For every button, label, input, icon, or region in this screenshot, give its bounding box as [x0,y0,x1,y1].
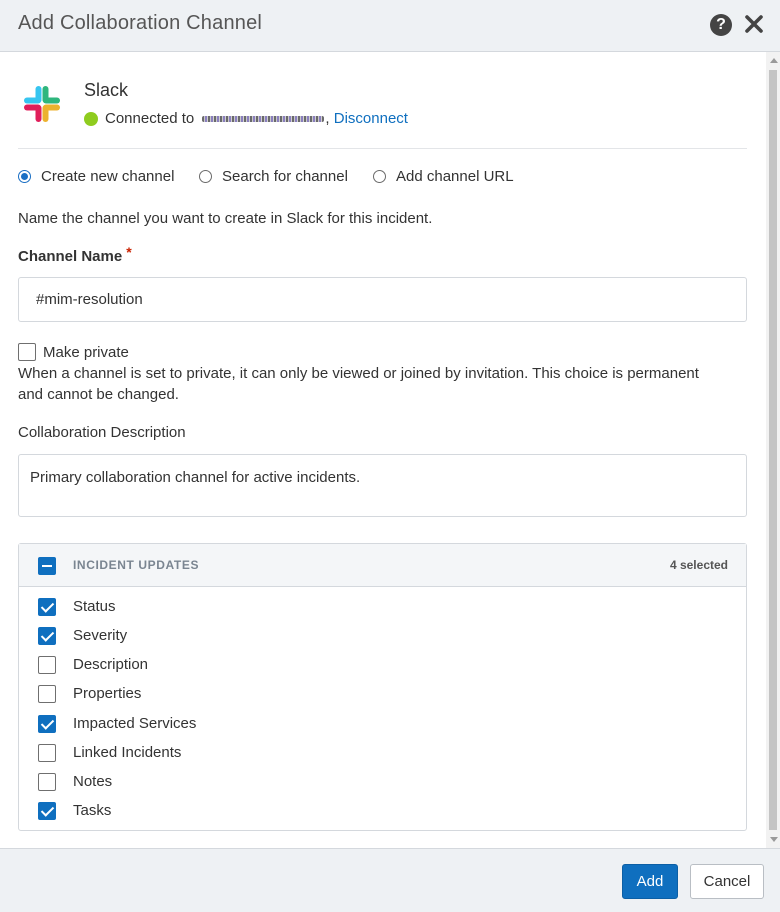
close-icon[interactable] [743,12,765,36]
radio-button[interactable] [199,170,212,183]
checkbox-checked-icon[interactable] [38,802,56,820]
channel-name-input[interactable] [18,277,747,322]
update-item-notes[interactable]: Notes [19,771,746,795]
connected-prefix: Connected to [105,110,195,127]
dialog-title: Add Collaboration Channel [18,12,263,34]
incident-updates-panel: INCIDENT UPDATES 4 selected Status Sever… [18,543,747,831]
update-item-tasks[interactable]: Tasks [19,800,746,824]
dialog-header: Add Collaboration Channel ? [0,0,780,52]
radio-button[interactable] [18,170,31,183]
make-private-label: Make private [43,344,129,361]
cancel-button[interactable]: Cancel [690,864,764,899]
update-item-label: Description [73,656,149,673]
disconnect-link[interactable]: Disconnect [334,110,408,127]
add-button[interactable]: Add [622,864,678,899]
scroll-up-arrow-icon[interactable] [770,58,778,63]
selected-count: 4 selected [669,558,728,572]
checkbox-unchecked-icon[interactable] [38,656,56,674]
collaboration-description-textarea[interactable]: Primary collaboration channel for active… [18,454,747,517]
checkbox-checked-icon[interactable] [38,627,56,645]
scroll-down-arrow-icon[interactable] [770,837,778,842]
dialog-footer: Add Cancel [0,848,780,912]
connected-suffix: , [325,110,330,127]
checkbox-checked-icon[interactable] [38,715,56,733]
help-icon[interactable]: ? [710,14,732,36]
instruction-text: Name the channel you want to create in S… [18,210,433,227]
slack-logo-icon [24,86,60,122]
update-item-description[interactable]: Description [19,654,746,678]
make-private-checkbox[interactable] [18,343,36,361]
update-item-status[interactable]: Status [19,596,746,620]
update-item-label: Impacted Services [73,715,197,732]
channel-name-label: Channel Name * [18,244,132,265]
connection-status: Connected to , Disconnect [105,110,408,127]
update-item-label: Linked Incidents [73,744,182,761]
radio-label: Create new channel [41,168,175,185]
checkbox-checked-icon[interactable] [38,598,56,616]
dialog-body: Slack Connected to , Disconnect Create n… [0,52,766,848]
channel-name-label-text: Channel Name [18,248,123,265]
checkbox-unchecked-icon[interactable] [38,773,56,791]
update-item-label: Notes [73,773,113,790]
divider [18,148,747,149]
checkbox-unchecked-icon[interactable] [38,685,56,703]
update-item-label: Properties [73,685,142,702]
make-private-help-text: When a channel is set to private, it can… [18,365,699,403]
radio-button[interactable] [373,170,386,183]
radio-label: Search for channel [222,168,348,185]
vertical-scrollbar[interactable] [766,52,780,848]
update-item-label: Tasks [73,802,112,819]
connection-status-dot-icon [84,112,98,126]
select-all-checkbox[interactable] [38,557,56,575]
update-item-label: Severity [73,627,128,644]
add-collaboration-channel-dialog: Add Collaboration Channel ? Slack Connec… [0,0,780,912]
update-item-linked-incidents[interactable]: Linked Incidents [19,742,746,766]
update-item-label: Status [73,598,116,615]
integration-name: Slack [84,80,129,100]
scrollbar-thumb[interactable] [769,70,777,830]
incident-updates-header: INCIDENT UPDATES 4 selected [19,544,746,587]
incident-updates-title: INCIDENT UPDATES [73,558,200,572]
update-item-impacted-services[interactable]: Impacted Services [19,713,746,737]
radio-label: Add channel URL [396,168,514,185]
update-item-properties[interactable]: Properties [19,683,746,707]
required-indicator: * [126,244,132,260]
checkbox-unchecked-icon[interactable] [38,744,56,762]
redacted-workspace-name [202,116,325,123]
close-x-icon [745,15,763,33]
update-item-severity[interactable]: Severity [19,625,746,649]
collaboration-description-label: Collaboration Description [18,424,186,441]
